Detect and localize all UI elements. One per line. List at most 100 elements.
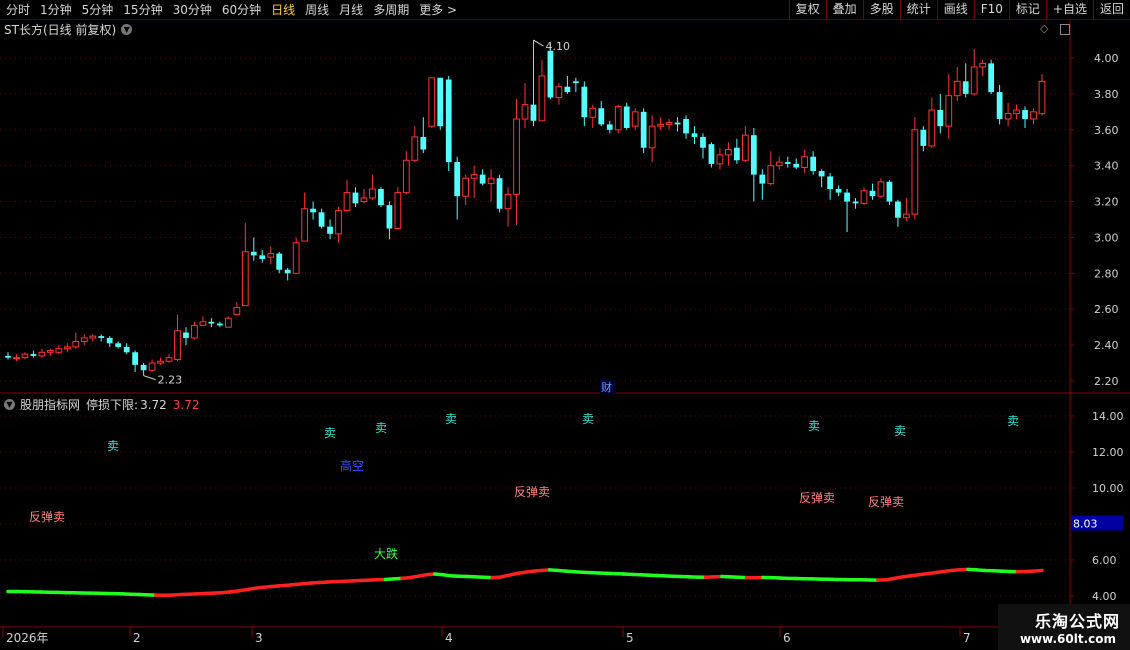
- current-value-label: 8.03: [1073, 517, 1098, 530]
- back-button[interactable]: 返回: [1092, 0, 1130, 19]
- candle-body-down: [818, 171, 825, 177]
- candle-body-up: [174, 330, 181, 360]
- period-tab-multi[interactable]: 多周期: [373, 1, 409, 18]
- candle-body-down: [217, 323, 223, 326]
- candle-body-up: [157, 360, 164, 364]
- y-tick-label: 2.20: [1094, 375, 1119, 388]
- candle-body-up: [953, 80, 961, 97]
- candle-body-down: [988, 63, 995, 93]
- period-tab-daily[interactable]: 日线: [271, 1, 295, 18]
- window-icon[interactable]: [1059, 23, 1070, 35]
- stock-title: ST长方(日线 前复权): [4, 23, 117, 37]
- period-tab-60min[interactable]: 60分钟: [222, 1, 261, 18]
- period-tab-1min[interactable]: 1分钟: [40, 1, 72, 18]
- low-pointer: [143, 375, 156, 381]
- candle-body-down: [183, 332, 189, 338]
- candle-body-up: [360, 197, 368, 203]
- adjust-button[interactable]: 复权: [788, 0, 826, 19]
- candle-body-down: [564, 86, 571, 93]
- draw-line-button[interactable]: 画线: [936, 0, 974, 19]
- signal-label: 卖: [808, 419, 820, 433]
- candle-body-down: [784, 162, 791, 164]
- x-tick-label: 5: [626, 631, 634, 645]
- candle-body-down: [140, 364, 147, 371]
- signal-label: 反弹卖: [514, 485, 550, 499]
- candle-body-down: [386, 205, 393, 229]
- candle-body-up: [21, 353, 29, 359]
- x-tick-label: 2: [133, 631, 141, 645]
- candle-body-down: [700, 136, 706, 148]
- candle-body-down: [920, 129, 927, 146]
- indicator-name: 股朋指标网: [20, 398, 81, 412]
- candle-body-up: [335, 210, 342, 235]
- period-tab-more[interactable]: 更多 >: [419, 1, 457, 18]
- candle-body-up: [911, 129, 919, 215]
- candle-body-down: [852, 201, 859, 204]
- candle-body-down: [284, 269, 291, 274]
- period-tab-monthly[interactable]: 月线: [339, 1, 363, 18]
- candle-body-down: [962, 81, 969, 94]
- candle-body-up: [394, 192, 402, 229]
- candle-body-down: [793, 163, 800, 168]
- tool-buttons: 复权 叠加 多股 统计 画线 F10 标记 +自选 返回: [788, 0, 1130, 19]
- candle-body-up: [343, 192, 351, 212]
- candle-body-down: [581, 86, 588, 118]
- period-tab-weekly[interactable]: 周线: [305, 1, 329, 18]
- y-tick-label: 3.00: [1094, 231, 1119, 244]
- candle-body-up: [411, 136, 419, 161]
- period-tab-intraday[interactable]: 分时: [6, 1, 30, 18]
- period-tab-15min[interactable]: 15分钟: [123, 1, 162, 18]
- candle-body-up: [521, 104, 529, 120]
- mark-button[interactable]: 标记: [1008, 0, 1046, 19]
- period-tab-30min[interactable]: 30分钟: [173, 1, 212, 18]
- diamond-icon[interactable]: ◇: [1040, 22, 1048, 35]
- candle-body-down: [640, 111, 647, 148]
- main-chart-title: ST长方(日线 前复权) ▼: [4, 21, 133, 38]
- candle-body-down: [759, 174, 766, 184]
- period-toolbar: 分时 1分钟 5分钟 15分钟 30分钟 60分钟 日线 周线 月线 多周期 更…: [0, 0, 1130, 20]
- overlay-button[interactable]: 叠加: [825, 0, 863, 19]
- candle-body-down: [844, 192, 850, 202]
- finance-marker: 财: [601, 380, 612, 394]
- y-tick-label: 2.80: [1094, 267, 1119, 280]
- kline-chart[interactable]: 4.00 3.80 3.60 3.40 3.20 3.00 2.80 2.60 2.40 2.20…: [0, 20, 1130, 650]
- candle-body-down: [691, 133, 698, 137]
- candle-body-down: [318, 212, 325, 227]
- chevron-down-icon[interactable]: ▼: [121, 24, 133, 35]
- y-tick-label: 3.20: [1094, 196, 1119, 209]
- candle-body-up: [63, 346, 71, 350]
- signal-label: 反弹卖: [799, 491, 835, 505]
- candle-body-down: [5, 355, 11, 358]
- candle-body-up: [89, 335, 97, 339]
- candle-body-down: [132, 352, 139, 365]
- candle-body-up: [928, 109, 936, 147]
- signal-label: 高空: [340, 458, 364, 473]
- candle-body-down: [352, 192, 359, 204]
- candle-body-down: [674, 122, 681, 125]
- chevron-down-icon[interactable]: ▼: [4, 399, 15, 410]
- candle-body-up: [860, 190, 868, 204]
- candle-body-up: [292, 242, 300, 274]
- candle-body-up: [513, 118, 520, 195]
- candle-body-up: [614, 105, 622, 131]
- candle-body-down: [810, 156, 817, 172]
- candle-body-up: [1030, 111, 1037, 120]
- f10-button[interactable]: F10: [973, 0, 1009, 19]
- add-watchlist-button[interactable]: +自选: [1045, 0, 1093, 19]
- candle-body-up: [38, 351, 46, 357]
- stop-value-red: 3.72: [172, 397, 200, 412]
- candle-body-up: [241, 251, 249, 307]
- candle-body-down: [30, 354, 37, 356]
- y-tick-label: 3.80: [1094, 88, 1119, 101]
- signal-label: 卖: [375, 421, 387, 435]
- candle-body-up: [555, 86, 563, 98]
- multi-stock-button[interactable]: 多股: [862, 0, 900, 19]
- statistics-button[interactable]: 统计: [899, 0, 937, 19]
- high-label: 4.10: [545, 40, 570, 53]
- x-tick-label: 3: [255, 631, 263, 645]
- candle-body-up: [877, 181, 885, 197]
- period-tab-5min[interactable]: 5分钟: [82, 1, 114, 18]
- indicator-line-segment: [1032, 568, 1044, 573]
- candle-body-up: [369, 188, 376, 199]
- candle-body-up: [462, 177, 470, 197]
